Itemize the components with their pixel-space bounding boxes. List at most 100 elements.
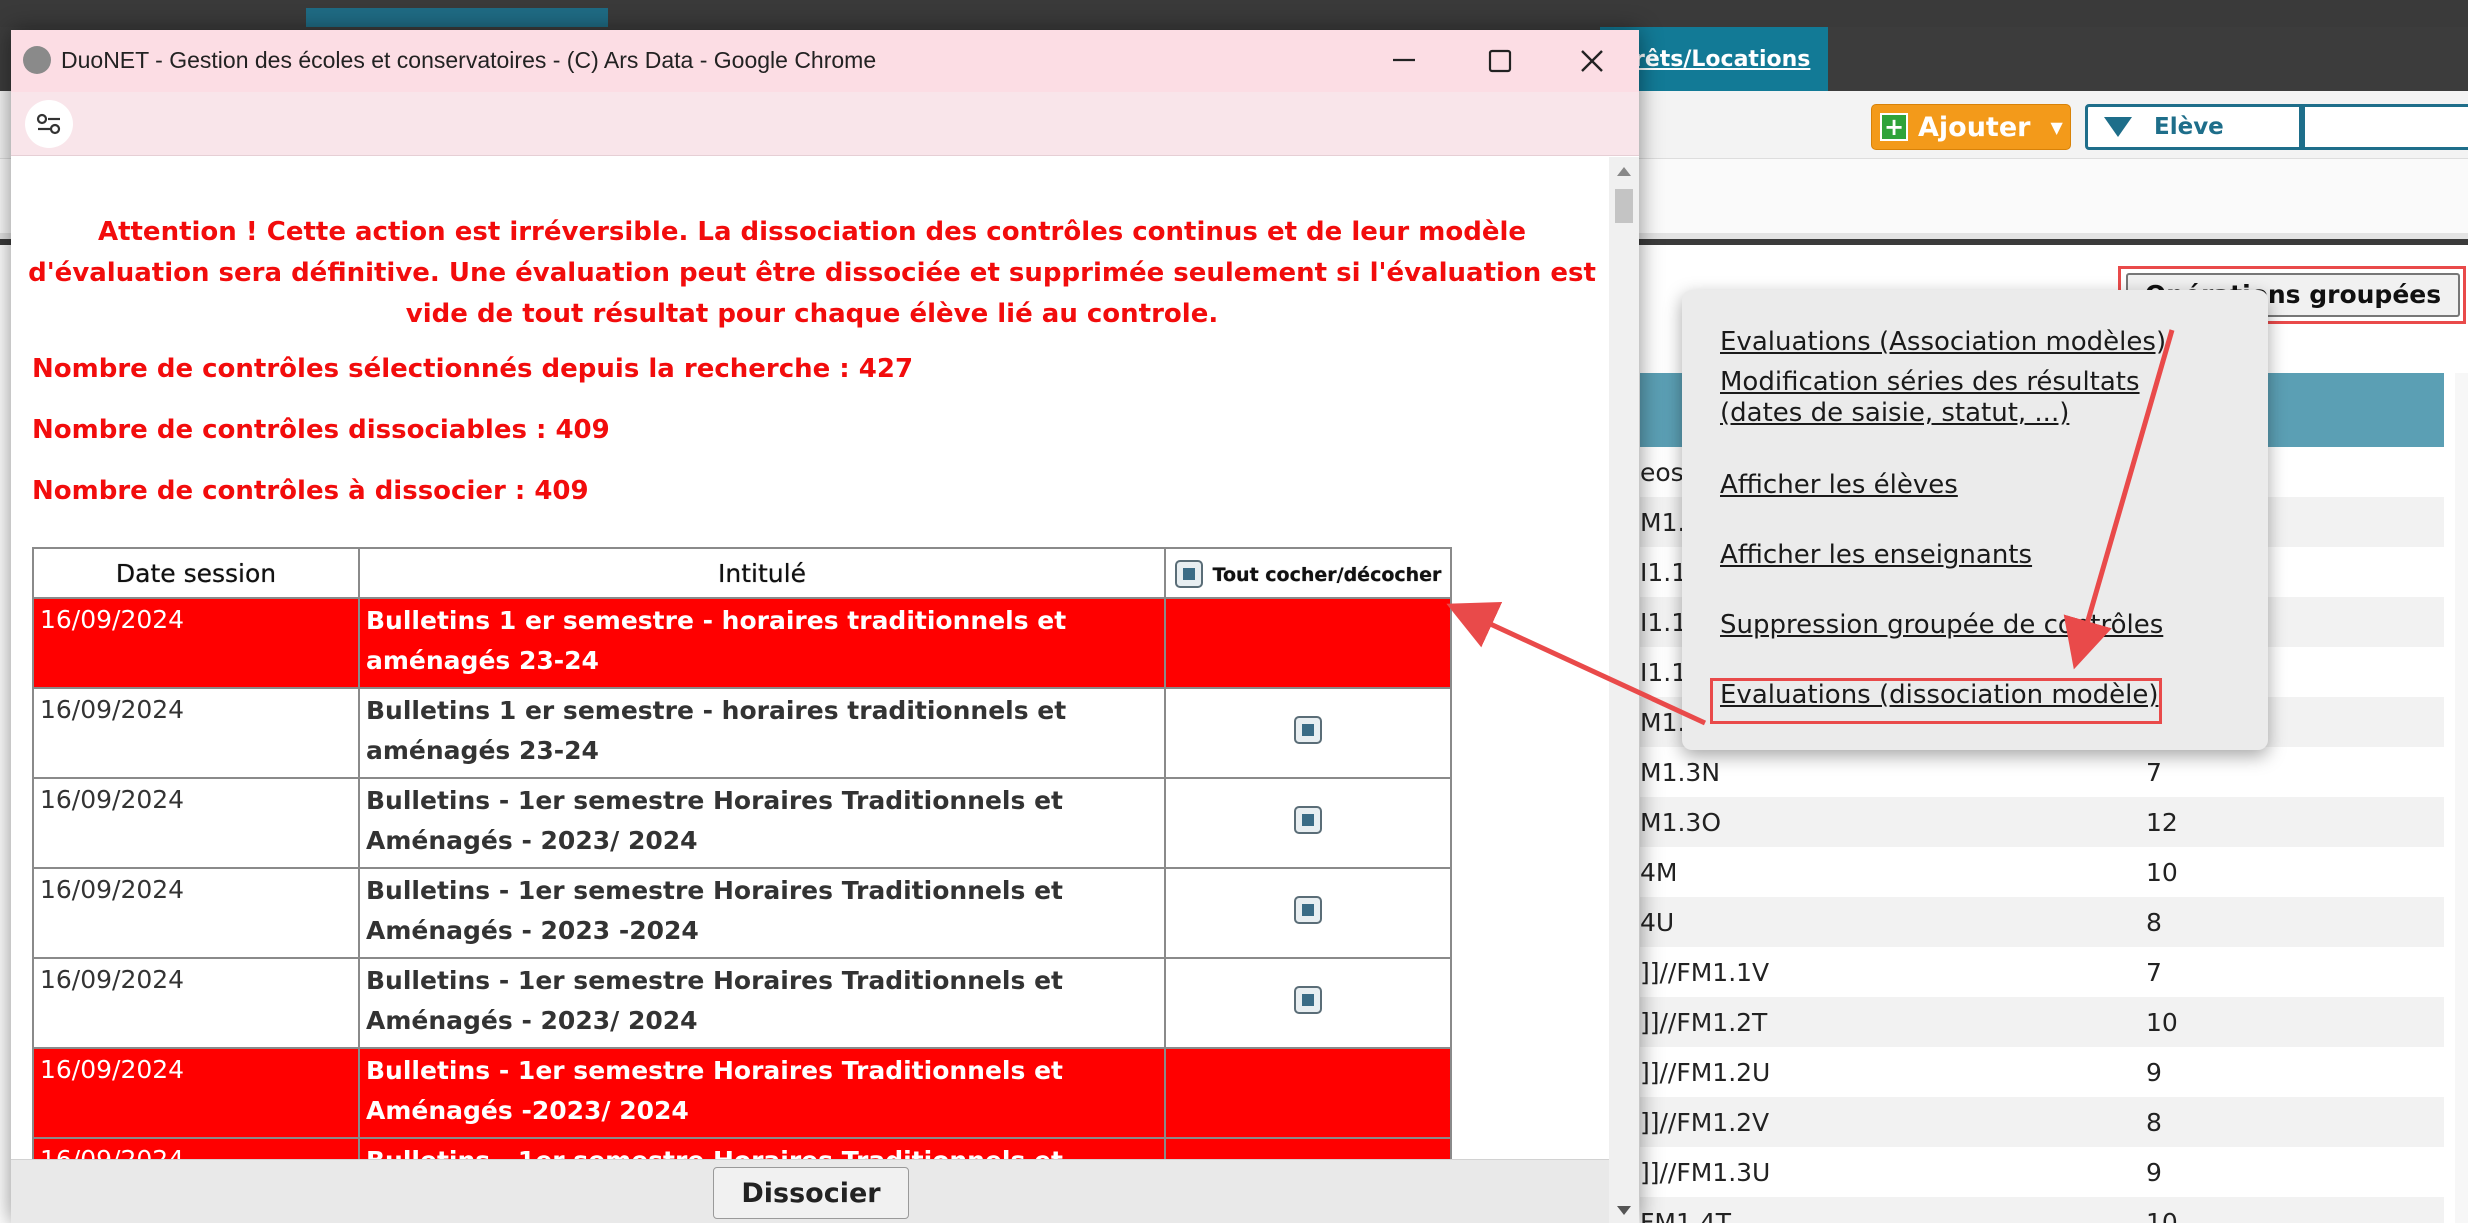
background-cell-count: 7 xyxy=(2146,758,2162,787)
background-cell-class: M1.3O xyxy=(1640,808,1722,837)
background-cell-class: I1.1 xyxy=(1640,658,1688,687)
cell-checkbox xyxy=(1164,597,1452,689)
table-row[interactable]: 16/09/2024 Bulletins 1 er semestre - hora… xyxy=(32,597,1452,689)
popup-content: Attention ! Cette action est irréversibl… xyxy=(11,157,1609,1159)
background-cell-class: 4M xyxy=(1640,858,1678,887)
background-cell-class: I1.1 xyxy=(1640,558,1688,587)
intitule-line: Aménagés -2023/ 2024 xyxy=(366,1096,689,1125)
intitule-line: Bulletins - 1er semestre Horaires Tradit… xyxy=(366,876,1063,905)
intitule-line: Aménagés - 2023/ 2024 xyxy=(366,1006,698,1035)
cell-checkbox xyxy=(1164,867,1452,959)
background-cell-class: I1.1 xyxy=(1640,608,1688,637)
background-table-row[interactable]: ]]//FM1.2U 9 xyxy=(1640,1047,2444,1097)
row-checkbox[interactable] xyxy=(1294,986,1322,1014)
background-cell-class: ]]//FM1.3U xyxy=(1640,1158,1771,1187)
ajouter-label: Ajouter xyxy=(1918,111,2031,143)
background-table-row[interactable]: M1.3N 7 xyxy=(1640,747,2444,797)
background-table-row[interactable]: M1.3O 12 xyxy=(1640,797,2444,847)
row-checkbox[interactable] xyxy=(1294,896,1322,924)
menu-item-suppression-groupee[interactable]: Suppression groupée de contrôles xyxy=(1720,610,2163,641)
background-table-row[interactable]: ]]//FM1.2V 8 xyxy=(1640,1097,2444,1147)
check-all-checkbox[interactable] xyxy=(1174,560,1203,588)
background-cell-count: 7 xyxy=(2146,958,2162,987)
cell-date: 16/09/2024 xyxy=(32,687,360,779)
menu-item-modification-series[interactable]: Modification séries des résultats xyxy=(1720,367,2140,398)
table-row[interactable]: 16/09/2024 Bulletins 1 er semestre - hora… xyxy=(32,687,1452,779)
table-row[interactable]: 16/09/2024Bulletins - 1er semestre Horai… xyxy=(32,1137,1452,1159)
background-cell-class: eos xyxy=(1640,458,1684,487)
background-table-row[interactable]: 4M 10 xyxy=(1640,847,2444,897)
cell-intitule: Bulletins - 1er semestre Horaires Tradit… xyxy=(358,777,1166,869)
controls-table-body: 16/09/2024 Bulletins 1 er semestre - hora… xyxy=(32,597,1452,1159)
cell-date: 16/09/2024 xyxy=(32,777,360,869)
intitule-line: Bulletins - 1er semestre Horaires Tradit… xyxy=(366,786,1063,815)
background-cell-count: 9 xyxy=(2146,1058,2162,1087)
cell-date: 16/09/2024 xyxy=(32,597,360,689)
search-type-select[interactable]: Elève xyxy=(2085,104,2468,150)
table-header-row: Date session Intitulé Tout cocher/décoch… xyxy=(32,547,1452,599)
tune-icon xyxy=(36,113,61,135)
background-scrollbar[interactable] xyxy=(2455,373,2468,1223)
popup-titlebar[interactable]: DuoNET - Gestion des écoles et conservat… xyxy=(11,30,1639,92)
popup-footer: Dissocier xyxy=(11,1159,1609,1223)
warning-line: vide de tout résultat pour chaque élève … xyxy=(405,299,1219,329)
irreversible-warning: Attention ! Cette action est irréversibl… xyxy=(27,212,1597,335)
intitule-line: Bulletins 1 er semestre - horaires tradi… xyxy=(366,606,1067,635)
table-row[interactable]: 16/09/2024Bulletins - 1er semestre Horai… xyxy=(32,867,1452,959)
site-settings-icon[interactable] xyxy=(25,100,73,148)
background-table-row[interactable]: FM1.4T 10 xyxy=(1640,1197,2444,1223)
intitule-line: Bulletins - 1er semestre Horaires Tradit… xyxy=(366,1056,1063,1085)
popup-scrollbar[interactable] xyxy=(1609,157,1639,1223)
intitule-line: Bulletins 1 er semestre - horaires tradi… xyxy=(366,696,1067,725)
intitule-line: Aménagés - 2023/ 2024 xyxy=(366,826,698,855)
scroll-up-icon[interactable] xyxy=(1617,167,1631,176)
scroll-thumb[interactable] xyxy=(1615,189,1633,223)
background-cell-count: 8 xyxy=(2146,908,2162,937)
annotation-highlight-dissociation-item xyxy=(1710,678,2162,724)
background-cell-class: M1. xyxy=(1640,708,1686,737)
cell-checkbox xyxy=(1164,1047,1452,1139)
table-row[interactable]: 16/09/2024Bulletins - 1er semestre Horai… xyxy=(32,957,1452,1049)
menu-item-modification-series-sub[interactable]: (dates de saisie, statut, ...) xyxy=(1720,398,2069,429)
controls-table: Date session Intitulé Tout cocher/décoch… xyxy=(32,547,1452,1159)
search-type-label: Elève xyxy=(2154,114,2224,140)
background-table-row[interactable]: ]]//FM1.3U 9 xyxy=(1640,1147,2444,1197)
column-header-intitule: Intitulé xyxy=(358,547,1166,599)
background-table-row[interactable]: ]]//FM1.2T 10 xyxy=(1640,997,2444,1047)
scroll-down-icon[interactable] xyxy=(1617,1206,1631,1215)
cell-checkbox xyxy=(1164,957,1452,1049)
intitule-line: aménagés 23-24 xyxy=(366,646,599,675)
close-icon[interactable] xyxy=(1577,46,1607,76)
dissociable-count: Nombre de contrôles dissociables : 409 xyxy=(32,415,610,445)
background-table-row[interactable]: 4U 8 xyxy=(1640,897,2444,947)
menu-item-afficher-enseignants[interactable]: Afficher les enseignants xyxy=(1720,540,2032,571)
cell-date: 16/09/2024 xyxy=(32,867,360,959)
cell-intitule: Bulletins 1 er semestre - horaires tradi… xyxy=(358,597,1166,689)
cell-checkbox xyxy=(1164,687,1452,779)
background-cell-class: ]]//FM1.2V xyxy=(1640,1108,1770,1137)
minimize-icon[interactable] xyxy=(1391,50,1417,70)
background-cell-count: 8 xyxy=(2146,1108,2162,1137)
background-cell-count: 9 xyxy=(2146,1158,2162,1187)
ajouter-button[interactable]: + Ajouter ▼ xyxy=(1871,104,2071,150)
background-table-row[interactable]: ]]//FM1.1V 7 xyxy=(1640,947,2444,997)
search-separator xyxy=(2299,107,2305,147)
row-checkbox[interactable] xyxy=(1294,806,1322,834)
table-row[interactable]: 16/09/2024Bulletins - 1er semestre Horai… xyxy=(32,1047,1452,1139)
popup-window-title: DuoNET - Gestion des écoles et conservat… xyxy=(61,47,877,73)
background-cell-count: 10 xyxy=(2146,1008,2178,1037)
column-header-check-all[interactable]: Tout cocher/décocher xyxy=(1164,547,1452,599)
maximize-icon[interactable] xyxy=(1487,48,1513,74)
check-all-label: Tout cocher/décocher xyxy=(1212,564,1442,586)
row-checkbox[interactable] xyxy=(1294,716,1322,744)
globe-icon xyxy=(23,46,51,74)
cell-intitule: Bulletins - 1er semestre Horaires Tradit… xyxy=(358,1047,1166,1139)
menu-item-association-modeles[interactable]: Evaluations (Association modèles) xyxy=(1720,327,2166,358)
popup-address-bar xyxy=(11,92,1639,156)
selected-count: Nombre de contrôles sélectionnés depuis … xyxy=(32,354,914,384)
cell-intitule: Bulletins 1 er semestre - horaires tradi… xyxy=(358,687,1166,779)
menu-item-afficher-eleves[interactable]: Afficher les élèves xyxy=(1720,470,1958,501)
table-row[interactable]: 16/09/2024Bulletins - 1er semestre Horai… xyxy=(32,777,1452,869)
background-top-bar xyxy=(0,0,2468,32)
dissocier-button[interactable]: Dissocier xyxy=(713,1167,909,1219)
